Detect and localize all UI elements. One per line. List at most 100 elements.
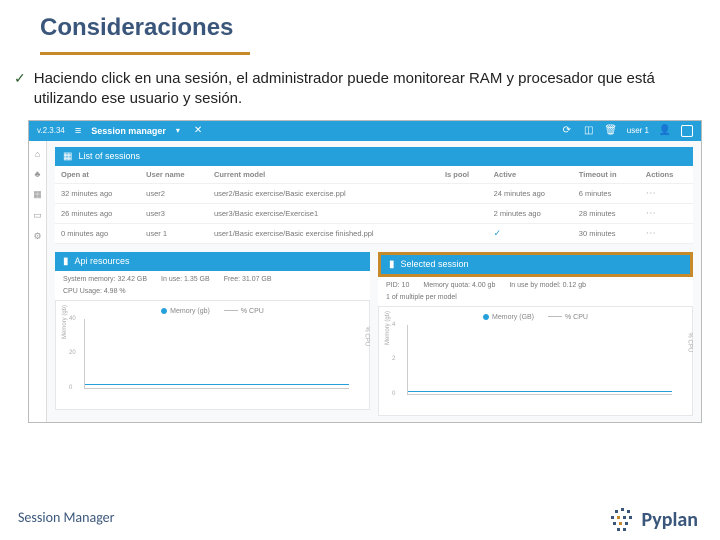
selected-legend: Memory (GB) % CPU (385, 311, 686, 325)
col-timeout[interactable]: Timeout in (573, 166, 640, 184)
stat-cpu: CPU Usage: 4.98 % (63, 288, 126, 295)
api-chart: Memory (gb) % CPU Memory (gb) % CPU 40 2… (55, 300, 370, 410)
col-user[interactable]: User name (140, 166, 208, 184)
bullet-row: ✓ Haciendo click en una sesión, el admin… (0, 65, 720, 120)
stat-detail: 1 of multiple per model (386, 294, 457, 301)
user-icon[interactable]: 👤 (659, 125, 671, 137)
api-legend: Memory (gb) % CPU (62, 305, 363, 319)
ytick: 20 (69, 350, 76, 356)
cell-open: 32 minutes ago (55, 183, 140, 203)
logo-text: Pyplan (641, 508, 698, 532)
gear-icon[interactable] (681, 125, 693, 137)
refresh-icon[interactable]: ⟳ (561, 125, 573, 137)
legend-mem2: Memory (GB) (483, 314, 534, 321)
sidebar-tree-icon[interactable]: ♣ (35, 169, 41, 179)
app-topbar: v.2.3.34 ≡ Session manager ▾ ✕ ⟳ ◫ 🗑 use… (29, 121, 701, 141)
bullet-text: Haciendo click en una sesión, el adminis… (34, 69, 696, 110)
ytick: 0 (69, 385, 72, 391)
col-model[interactable]: Current model (208, 166, 439, 184)
legend-mem: Memory (gb) (161, 308, 210, 315)
checkmark-icon: ✓ (14, 69, 26, 87)
close-tab-icon[interactable]: ✕ (194, 125, 202, 136)
selected-panel-header: ▮ Selected session (378, 252, 693, 277)
selected-plot: Memory (gb) % CPU 4 2 0 (407, 325, 672, 395)
table-row[interactable]: 0 minutes ago user 1 user1/Basic exercis… (55, 223, 693, 243)
table-row[interactable]: 32 minutes ago user2 user2/Basic exercis… (55, 183, 693, 203)
sidebar-home-icon[interactable]: ⌂ (35, 149, 40, 159)
cell-open: 26 minutes ago (55, 203, 140, 223)
pyplan-logo: Pyplan (611, 508, 698, 532)
chevron-down-icon[interactable]: ▾ (176, 126, 180, 135)
api-plot: Memory (gb) % CPU 40 20 0 (84, 319, 349, 389)
page-title: Session manager (91, 126, 166, 136)
user-label: user 1 (627, 126, 649, 135)
cell-active: 2 minutes ago (488, 203, 573, 223)
stat-quota: Memory quota: 4.00 gb (423, 282, 495, 289)
sidebar-grid-icon[interactable]: ▦ (33, 189, 42, 200)
cell-user: user3 (140, 203, 208, 223)
list-panel-header: ▦ List of sessions (55, 147, 693, 166)
api-panel-header: ▮ Api resources (55, 252, 370, 271)
cell-model: user1/Basic exercise/Basic exercise fini… (208, 223, 439, 243)
sidebar-display-icon[interactable]: ▭ (33, 210, 42, 221)
title-underline (40, 52, 250, 55)
stat-model-use: In use by model: 0.12 gb (509, 282, 586, 289)
cell-active: 24 minutes ago (488, 183, 573, 203)
logo-mark-icon (611, 508, 635, 532)
footer-label: Session Manager (18, 509, 115, 526)
cube-icon[interactable]: ◫ (583, 125, 595, 137)
series-line (85, 384, 349, 385)
selected-stats: PID: 10 Memory quota: 4.00 gb In use by … (378, 277, 693, 294)
cell-actions[interactable]: ⋯ (640, 223, 693, 243)
legend-cpu2: % CPU (548, 314, 588, 321)
cell-timeout: 28 minutes (573, 203, 640, 223)
col-open[interactable]: Open at (55, 166, 140, 184)
table-icon: ▦ (63, 151, 72, 162)
selected-stats2: 1 of multiple per model (378, 294, 693, 306)
cell-actions[interactable]: ⋯ (640, 203, 693, 223)
cell-user: user 1 (140, 223, 208, 243)
api-panel-title: Api resources (75, 256, 130, 266)
cell-pool (439, 223, 488, 243)
cell-pool (439, 203, 488, 223)
col-active[interactable]: Active (488, 166, 573, 184)
series-line (408, 391, 672, 392)
cell-active-check: ✓ (488, 223, 573, 243)
trash-icon[interactable]: 🗑 (605, 125, 617, 137)
screenshot-panel: v.2.3.34 ≡ Session manager ▾ ✕ ⟳ ◫ 🗑 use… (28, 120, 702, 423)
ytick: 2 (392, 356, 395, 362)
stat-free: Free: 31.07 GB (224, 276, 272, 283)
cell-timeout: 6 minutes (573, 183, 640, 203)
list-panel-title: List of sessions (78, 151, 140, 161)
cell-user: user2 (140, 183, 208, 203)
ytick: 4 (392, 322, 395, 328)
menu-icon[interactable]: ≡ (75, 125, 81, 137)
selected-session-panel: ▮ Selected session PID: 10 Memory quota:… (378, 252, 693, 416)
col-actions[interactable]: Actions (640, 166, 693, 184)
actions-menu-icon[interactable]: ⋯ (646, 228, 657, 239)
cell-actions[interactable]: ⋯ (640, 183, 693, 203)
cell-model: user3/Basic exercise/Exercise1 (208, 203, 439, 223)
legend-cpu: % CPU (224, 308, 264, 315)
chart-icon: ▮ (63, 256, 69, 267)
api-resources-panel: ▮ Api resources System memory: 32.42 GB … (55, 252, 370, 416)
version-label: v.2.3.34 (37, 126, 65, 135)
cell-open: 0 minutes ago (55, 223, 140, 243)
col-pool[interactable]: Is pool (439, 166, 488, 184)
sessions-table: Open at User name Current model Is pool … (55, 166, 693, 244)
cell-timeout: 30 minutes (573, 223, 640, 243)
sidebar-gear-icon[interactable]: ⚙ (33, 231, 41, 242)
stat-pid: PID: 10 (386, 282, 409, 289)
ylabel-left: Memory (gb) (385, 311, 391, 345)
ylabel-right: % CPU (364, 326, 370, 346)
cell-pool (439, 183, 488, 203)
stat-sysmem: System memory: 32.42 GB (63, 276, 147, 283)
selected-panel-title: Selected session (401, 259, 469, 269)
selected-chart: Memory (GB) % CPU Memory (gb) % CPU 4 2 … (378, 306, 693, 416)
actions-menu-icon[interactable]: ⋯ (646, 188, 657, 199)
table-row[interactable]: 26 minutes ago user3 user3/Basic exercis… (55, 203, 693, 223)
api-stats2: CPU Usage: 4.98 % (55, 288, 370, 300)
table-header-row: Open at User name Current model Is pool … (55, 166, 693, 184)
actions-menu-icon[interactable]: ⋯ (646, 208, 657, 219)
ylabel-left: Memory (gb) (62, 305, 68, 339)
